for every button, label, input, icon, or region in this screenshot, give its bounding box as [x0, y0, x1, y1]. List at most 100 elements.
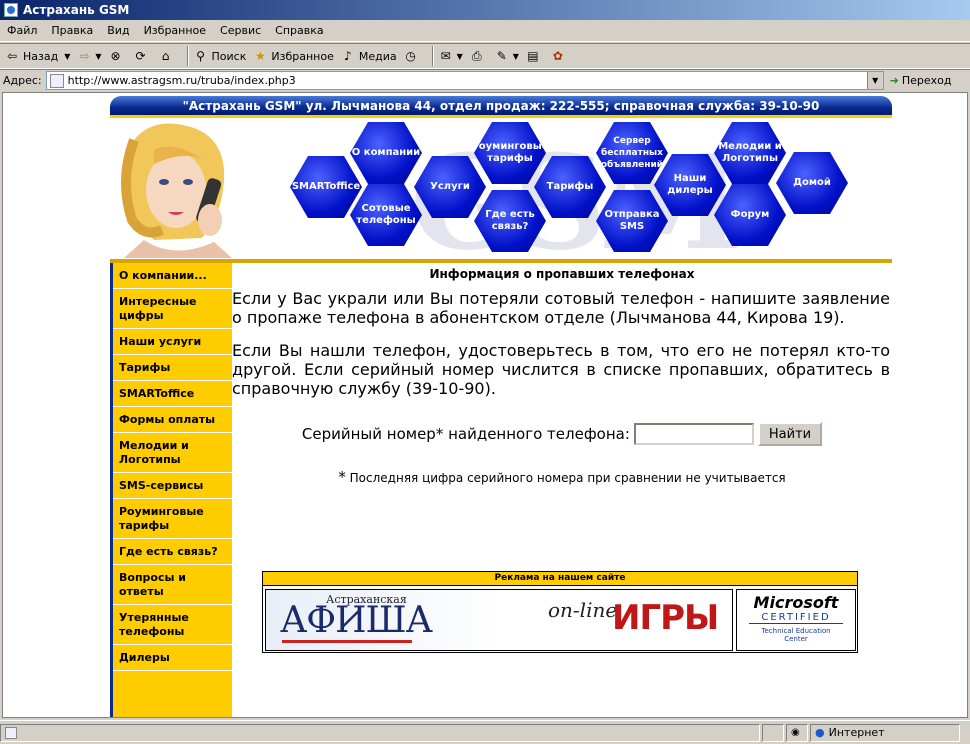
edit-button[interactable]: ✎ ▼: [494, 48, 519, 64]
search-submit-button[interactable]: Найти: [757, 422, 823, 446]
mail-button[interactable]: ✉ ▼: [438, 48, 463, 64]
footnote: * Последняя цифра серийного номера при с…: [232, 468, 892, 486]
messenger-button[interactable]: ✿: [550, 48, 569, 64]
serial-search-form: Серийный номер* найденного телефона: Най…: [232, 422, 892, 446]
address-input[interactable]: http://www.astragsm.ru/truba/index.php3 …: [45, 71, 884, 90]
print-button[interactable]: ⎙: [469, 48, 488, 64]
toolbar-separator: [431, 46, 434, 66]
search-button[interactable]: ⚲ Поиск: [193, 48, 246, 64]
favorites-button[interactable]: ★ Избранное: [252, 48, 334, 64]
back-arrow-icon: ⇦: [6, 49, 18, 63]
ie-icon: [4, 3, 18, 17]
page-icon: [49, 73, 64, 88]
afisha-games-banner[interactable]: Астраханская АФИША on-line ИГРЫ: [265, 589, 733, 651]
paragraph-found: Если Вы нашли телефон, удостоверьтесь в …: [232, 341, 890, 398]
sidebar: О компании... Интересные цифры Наши услу…: [110, 263, 232, 717]
stop-button[interactable]: ⊗: [108, 48, 127, 64]
sidebar-item-lost-phones[interactable]: Утерянные телефоны: [113, 605, 232, 645]
chevron-down-icon[interactable]: ▼: [866, 72, 883, 89]
toolbar-separator: [186, 46, 189, 66]
edit-icon: ✎: [496, 49, 507, 63]
ads-block: Реклама на нашем сайте Астраханская АФИШ…: [262, 571, 858, 653]
menu-bar: Файл Правка Вид Избранное Сервис Справка: [0, 20, 970, 42]
menu-help[interactable]: Справка: [268, 24, 330, 37]
footnote-star: *: [338, 468, 346, 486]
go-button[interactable]: ➜ Переход: [890, 74, 952, 87]
status-message: [0, 723, 760, 742]
paragraph-lost: Если у Вас украли или Вы потеряли сотовы…: [232, 289, 890, 327]
menu-view[interactable]: Вид: [100, 24, 136, 37]
forward-arrow-icon: ⇨: [79, 49, 90, 63]
menu-edit[interactable]: Правка: [44, 24, 100, 37]
online-text: on-line: [548, 598, 618, 622]
menu-favorites[interactable]: Избранное: [137, 24, 213, 37]
forward-button[interactable]: ⇨ ▼: [76, 48, 101, 64]
page-title: Информация о пропавших телефонах: [429, 267, 695, 281]
refresh-button[interactable]: ⟳: [133, 48, 152, 64]
serial-label: Серийный номер* найденного телефона:: [301, 425, 630, 443]
status-bar: ◉ ● Интернет: [0, 720, 970, 744]
media-button[interactable]: ♪ Медиа: [340, 48, 397, 64]
go-arrow-icon: ➜: [889, 74, 899, 87]
discuss-button[interactable]: ▤: [525, 48, 544, 64]
page-viewport: "Астрахань GSM" ул. Лычманова 44, отдел …: [2, 92, 968, 718]
nav-smartoffice[interactable]: SMARToffice: [290, 156, 362, 218]
status-security: [762, 723, 784, 742]
history-button[interactable]: ◷: [403, 48, 422, 64]
sidebar-item-faq[interactable]: Вопросы и ответы: [113, 565, 232, 605]
footnote-text: Последняя цифра серийного номера при сра…: [349, 471, 786, 485]
tec-text-2: Center: [784, 635, 808, 643]
games-text: ИГРЫ: [612, 598, 719, 638]
sidebar-item-about[interactable]: О компании...: [113, 263, 232, 289]
status-privacy: ◉: [786, 723, 808, 742]
search-icon: ⚲: [196, 49, 205, 63]
menu-file[interactable]: Файл: [0, 24, 44, 37]
sidebar-item-payment[interactable]: Формы оплаты: [113, 407, 232, 433]
sidebar-item-figures[interactable]: Интересные цифры: [113, 289, 232, 329]
back-button[interactable]: ⇦ Назад ▼: [4, 48, 70, 64]
title-bar: Астрахань GSM: [0, 0, 970, 20]
sidebar-item-smartoffice[interactable]: SMARToffice: [113, 381, 232, 407]
ads-heading: Реклама на нашем сайте: [263, 572, 857, 586]
sidebar-item-roaming[interactable]: Роуминговые тарифы: [113, 499, 232, 539]
sidebar-item-coverage[interactable]: Где есть связь?: [113, 539, 232, 565]
tec-text-1: Technical Education: [761, 627, 831, 635]
afisha-underline: [282, 640, 412, 643]
header: GSM SMARToffice О компании Сотовые телеф…: [110, 118, 892, 260]
sidebar-item-services[interactable]: Наши услуги: [113, 329, 232, 355]
document-icon: ▤: [527, 49, 539, 63]
afisha-logo-text: АФИША: [280, 600, 433, 641]
sidebar-item-tariffs[interactable]: Тарифы: [113, 355, 232, 381]
home-icon: ⌂: [161, 49, 170, 63]
privacy-icon: ◉: [791, 727, 800, 738]
chevron-down-icon[interactable]: ▼: [457, 52, 463, 61]
messenger-icon: ✿: [552, 49, 563, 63]
zone-label: Интернет: [828, 726, 885, 739]
status-zone: ● Интернет: [810, 723, 960, 742]
printer-icon: ⎙: [471, 49, 482, 63]
sidebar-item-dealers[interactable]: Дилеры: [113, 645, 232, 671]
sidebar-item-sms[interactable]: SMS-сервисы: [113, 473, 232, 499]
top-banner: "Астрахань GSM" ул. Лычманова 44, отдел …: [110, 96, 892, 118]
refresh-icon: ⟳: [135, 49, 146, 63]
nav-home[interactable]: Домой: [776, 152, 848, 214]
history-icon: ◷: [405, 49, 416, 63]
home-button[interactable]: ⌂: [158, 48, 177, 64]
toolbar: ⇦ Назад ▼ ⇨ ▼ ⊗ ⟳ ⌂ ⚲ Поиск ★ Избранное …: [0, 43, 970, 69]
address-bar: Адрес: http://www.astragsm.ru/truba/inde…: [0, 69, 970, 91]
main-content: Информация о пропавших телефонах Если у …: [232, 263, 892, 486]
menu-tools[interactable]: Сервис: [213, 24, 268, 37]
address-label: Адрес:: [3, 74, 42, 87]
mail-icon: ✉: [440, 49, 451, 63]
microsoft-certified-banner[interactable]: Microsoft CERTIFIED Technical Education …: [736, 589, 856, 651]
certified-text: CERTIFIED: [749, 612, 843, 624]
serial-input[interactable]: [633, 423, 754, 445]
chevron-down-icon[interactable]: ▼: [64, 52, 70, 61]
address-url: http://www.astragsm.ru/truba/index.php3: [67, 74, 296, 87]
girl-with-phone-image: [121, 123, 232, 258]
stop-icon: ⊗: [110, 49, 121, 63]
chevron-down-icon[interactable]: ▼: [95, 52, 101, 61]
page-icon: [5, 726, 17, 739]
sidebar-item-melodies[interactable]: Мелодии и Логотипы: [113, 433, 232, 473]
chevron-down-icon[interactable]: ▼: [513, 52, 519, 61]
